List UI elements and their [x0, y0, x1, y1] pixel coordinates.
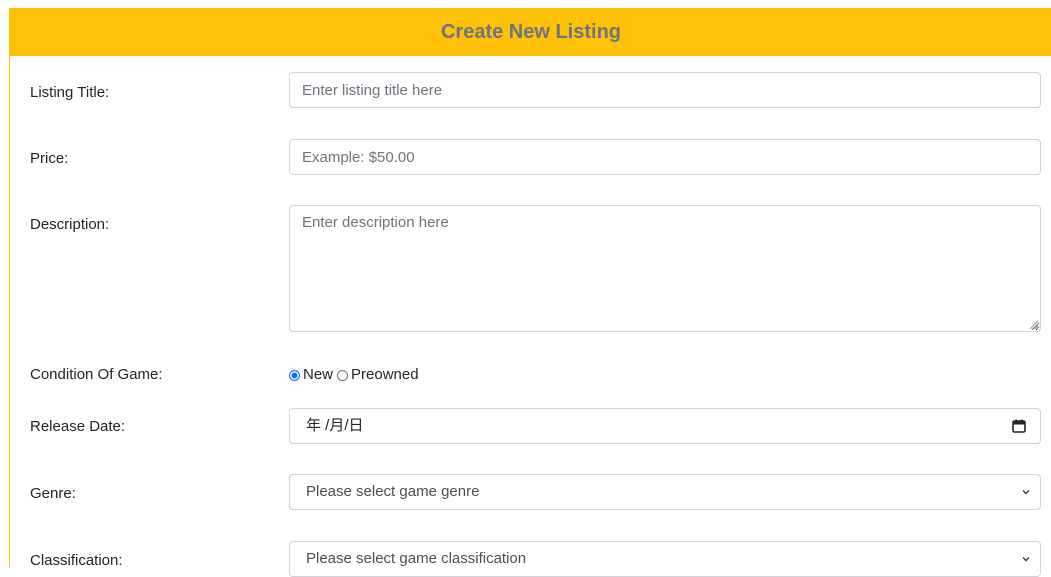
price-label: Price:	[30, 150, 69, 167]
price-input[interactable]	[289, 139, 1041, 175]
listing-title-input[interactable]	[289, 72, 1041, 108]
page-title: Create New Listing	[440, 20, 622, 43]
date-placeholder: 年 /月/日	[306, 417, 364, 434]
genre-label: Genre:	[30, 485, 76, 502]
description-textarea[interactable]	[289, 205, 1041, 332]
condition-new-radio[interactable]	[289, 369, 300, 381]
classification-select[interactable]: Please select game classification	[289, 541, 1041, 577]
genre-selected-value: Please select game genre	[306, 483, 480, 500]
description-label: Description:	[30, 216, 110, 233]
create-listing-card: Create New Listing Listing Title: Price:…	[9, 8, 1051, 577]
condition-radio-group: New Preowned	[289, 365, 423, 385]
listing-title-label: Listing Title:	[30, 84, 110, 101]
description-wrapper	[289, 205, 1041, 332]
release-date-label: Release Date:	[30, 418, 126, 435]
chevron-down-icon	[1022, 557, 1030, 562]
release-date-input[interactable]: 年 /月/日	[289, 408, 1041, 444]
condition-label: Condition Of Game:	[30, 366, 163, 383]
classification-label: Classification:	[30, 552, 123, 569]
card-header: Create New Listing	[10, 8, 1051, 56]
chevron-down-icon	[1022, 490, 1030, 495]
resize-handle-icon[interactable]	[1030, 321, 1038, 329]
genre-select[interactable]: Please select game genre	[289, 474, 1041, 510]
condition-preowned-label[interactable]: Preowned	[351, 365, 419, 385]
calendar-icon[interactable]	[1012, 419, 1026, 433]
classification-selected-value: Please select game classification	[306, 550, 527, 567]
condition-preowned-radio[interactable]	[337, 369, 349, 381]
condition-new-label[interactable]: New	[303, 365, 333, 385]
